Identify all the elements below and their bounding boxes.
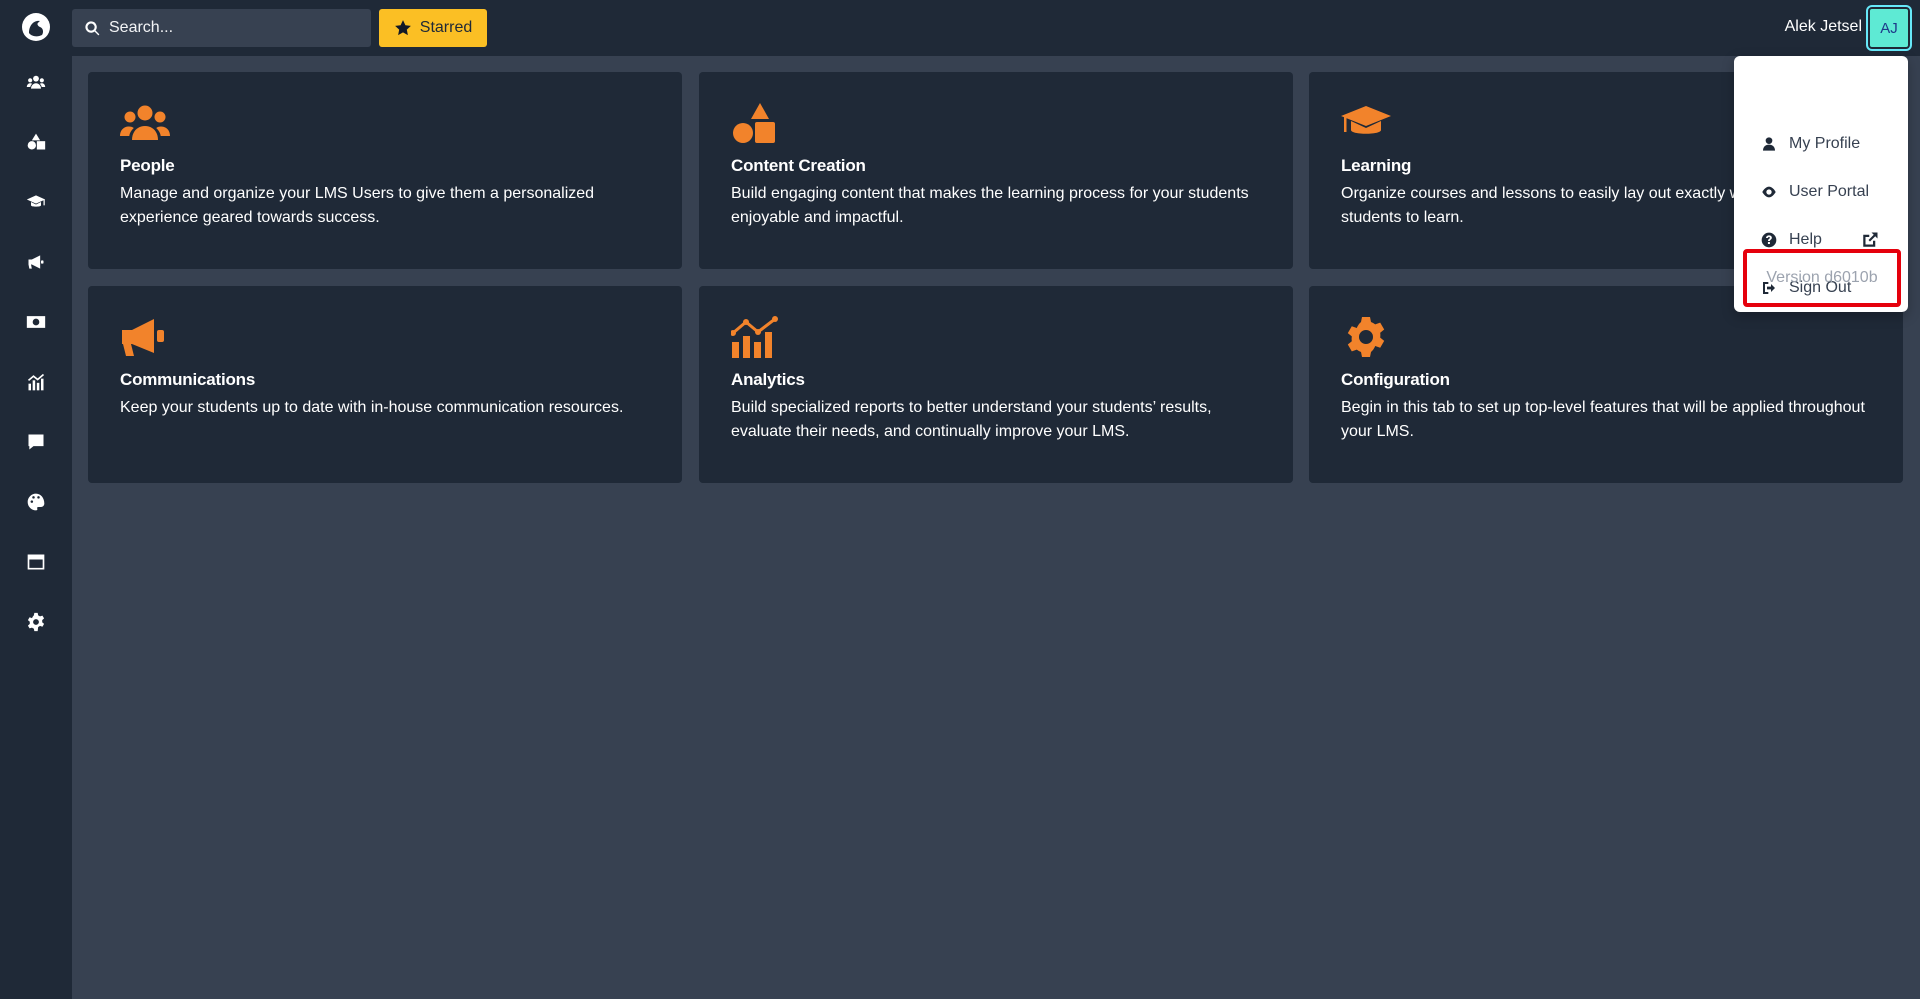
user-menu: My Profile User Portal Help Sign Out Ver… (1734, 56, 1908, 312)
palette-icon[interactable] (24, 490, 48, 514)
star-icon (394, 20, 411, 36)
card-configuration[interactable]: Configuration Begin in this tab to set u… (1309, 286, 1903, 483)
card-title: Analytics (731, 370, 805, 389)
money-bill-icon[interactable] (24, 310, 48, 334)
graduation-cap-icon[interactable] (24, 190, 48, 214)
sidebar (0, 0, 72, 999)
card-title: Content Creation (731, 156, 866, 175)
card-description: Build specialized reports to better unde… (731, 399, 1212, 440)
card-description: Build engaging content that makes the le… (731, 185, 1249, 226)
app-logo-icon[interactable] (20, 11, 52, 43)
card-content-creation[interactable]: Content Creation Build engaging content … (699, 72, 1293, 269)
eye-icon (1762, 186, 1776, 198)
shapes-icon (731, 102, 781, 144)
megaphone-icon (120, 316, 170, 358)
user-icon (1763, 137, 1775, 151)
card-communications[interactable]: Communications Keep your students up to … (88, 286, 682, 483)
menu-item-label: User Portal (1789, 183, 1870, 200)
card-description: Begin in this tab to set up top-level fe… (1341, 399, 1865, 440)
chart-icon (730, 316, 781, 358)
gear-icon (1341, 316, 1391, 358)
user-name: Alek Jetsel (1784, 18, 1862, 35)
shapes-icon[interactable] (24, 130, 48, 154)
comment-icon[interactable] (24, 430, 48, 454)
users-icon[interactable] (24, 70, 48, 94)
menu-item-label: Help (1789, 231, 1822, 248)
card-title: Configuration (1341, 370, 1450, 389)
card-analytics[interactable]: Analytics Build specialized reports to b… (699, 286, 1293, 483)
menu-item-my-profile[interactable]: My Profile (1761, 132, 1860, 156)
avatar-initials: AJ (1880, 19, 1898, 37)
version-highlight: Version d6010b (1743, 249, 1901, 307)
top-bar: Starred Alek Jetsel AJ (72, 0, 1920, 56)
gear-icon[interactable] (24, 610, 48, 634)
card-description: Keep your students up to date with in-ho… (120, 399, 624, 416)
graduation-cap-icon (1341, 102, 1391, 144)
search-box[interactable] (72, 9, 371, 47)
avatar[interactable]: AJ (1868, 7, 1910, 49)
window-icon[interactable] (24, 550, 48, 574)
question-circle-icon (1761, 232, 1777, 248)
card-title: Communications (120, 370, 256, 389)
card-people[interactable]: People Manage and organize your LMS User… (88, 72, 682, 269)
starred-label: Starred (419, 19, 473, 36)
starred-button[interactable]: Starred (379, 9, 487, 47)
megaphone-icon[interactable] (24, 250, 48, 274)
version-text: Version d6010b (1766, 269, 1878, 286)
chart-icon[interactable] (24, 370, 48, 394)
search-icon (85, 20, 100, 35)
card-title: People (120, 156, 175, 175)
users-icon (120, 102, 170, 144)
card-description: Manage and organize your LMS Users to gi… (120, 185, 595, 226)
external-link-icon (1861, 231, 1879, 249)
menu-item-label: My Profile (1789, 135, 1861, 152)
search-input[interactable] (109, 19, 349, 37)
menu-item-user-portal[interactable]: User Portal (1761, 180, 1869, 204)
